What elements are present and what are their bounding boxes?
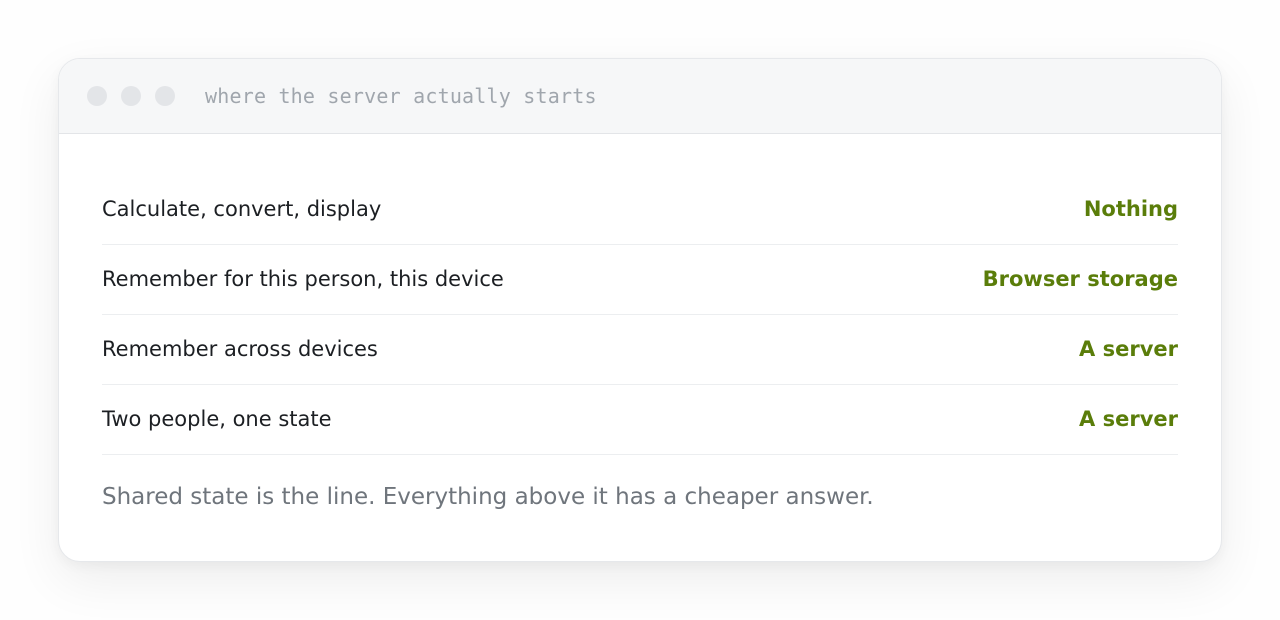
table-row: Remember across devices A server bbox=[102, 315, 1178, 385]
window-body: Calculate, convert, display Nothing Reme… bbox=[59, 176, 1221, 510]
table-row: Remember for this person, this device Br… bbox=[102, 245, 1178, 315]
row-value: A server bbox=[1079, 406, 1178, 431]
footnote-text: Shared state is the line. Everything abo… bbox=[102, 484, 874, 510]
window-title: where the server actually starts bbox=[205, 84, 597, 108]
window-dot-maximize bbox=[155, 86, 175, 106]
row-value: Browser storage bbox=[982, 266, 1178, 291]
window-card: where the server actually starts Calcula… bbox=[58, 58, 1222, 562]
row-value: A server bbox=[1079, 336, 1178, 361]
decision-table: Calculate, convert, display Nothing Reme… bbox=[102, 176, 1178, 455]
row-value: Nothing bbox=[1083, 197, 1178, 221]
row-label: Two people, one state bbox=[102, 406, 332, 431]
table-row: Calculate, convert, display Nothing bbox=[102, 176, 1178, 245]
table-row: Two people, one state A server bbox=[102, 385, 1178, 455]
window-dot-close bbox=[87, 86, 107, 106]
window-dot-minimize bbox=[121, 86, 141, 106]
row-label: Calculate, convert, display bbox=[102, 197, 382, 221]
row-label: Remember across devices bbox=[102, 336, 378, 361]
window-titlebar: where the server actually starts bbox=[59, 59, 1221, 134]
row-label: Remember for this person, this device bbox=[102, 266, 504, 291]
